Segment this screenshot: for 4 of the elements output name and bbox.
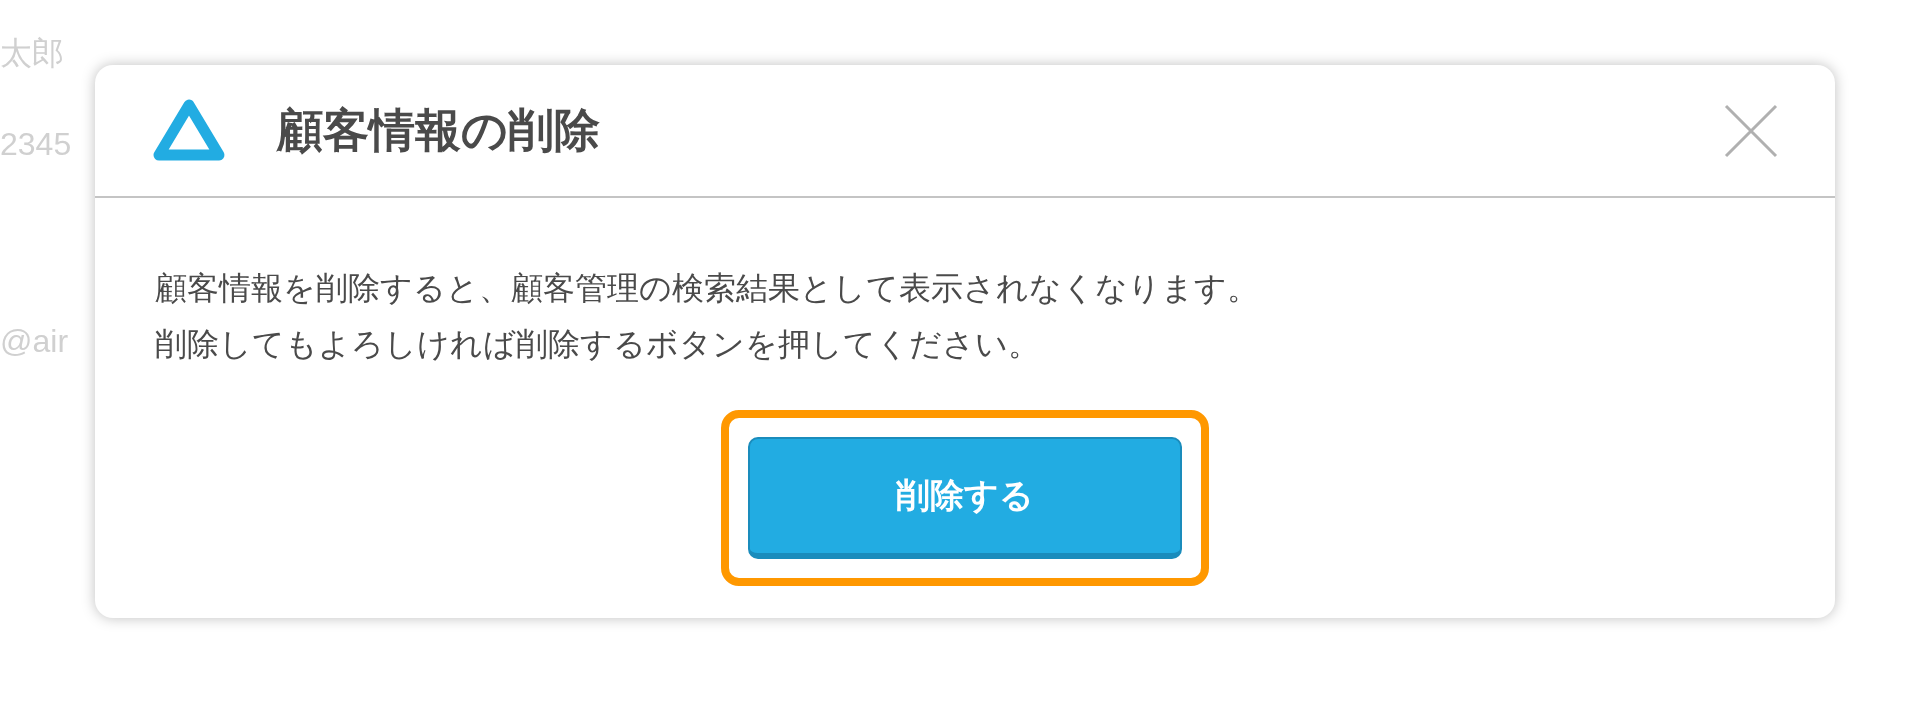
message-text: 顧客情報を削除すると、顧客管理の検索結果として表示されなくなります。 削除してもよろしければ削除するボタンを押してください。 (155, 268, 1260, 365)
close-icon[interactable] (1723, 102, 1779, 159)
delete-button[interactable]: 削除する (748, 437, 1182, 559)
dialog-title: 顧客情報の削除 (277, 101, 601, 159)
